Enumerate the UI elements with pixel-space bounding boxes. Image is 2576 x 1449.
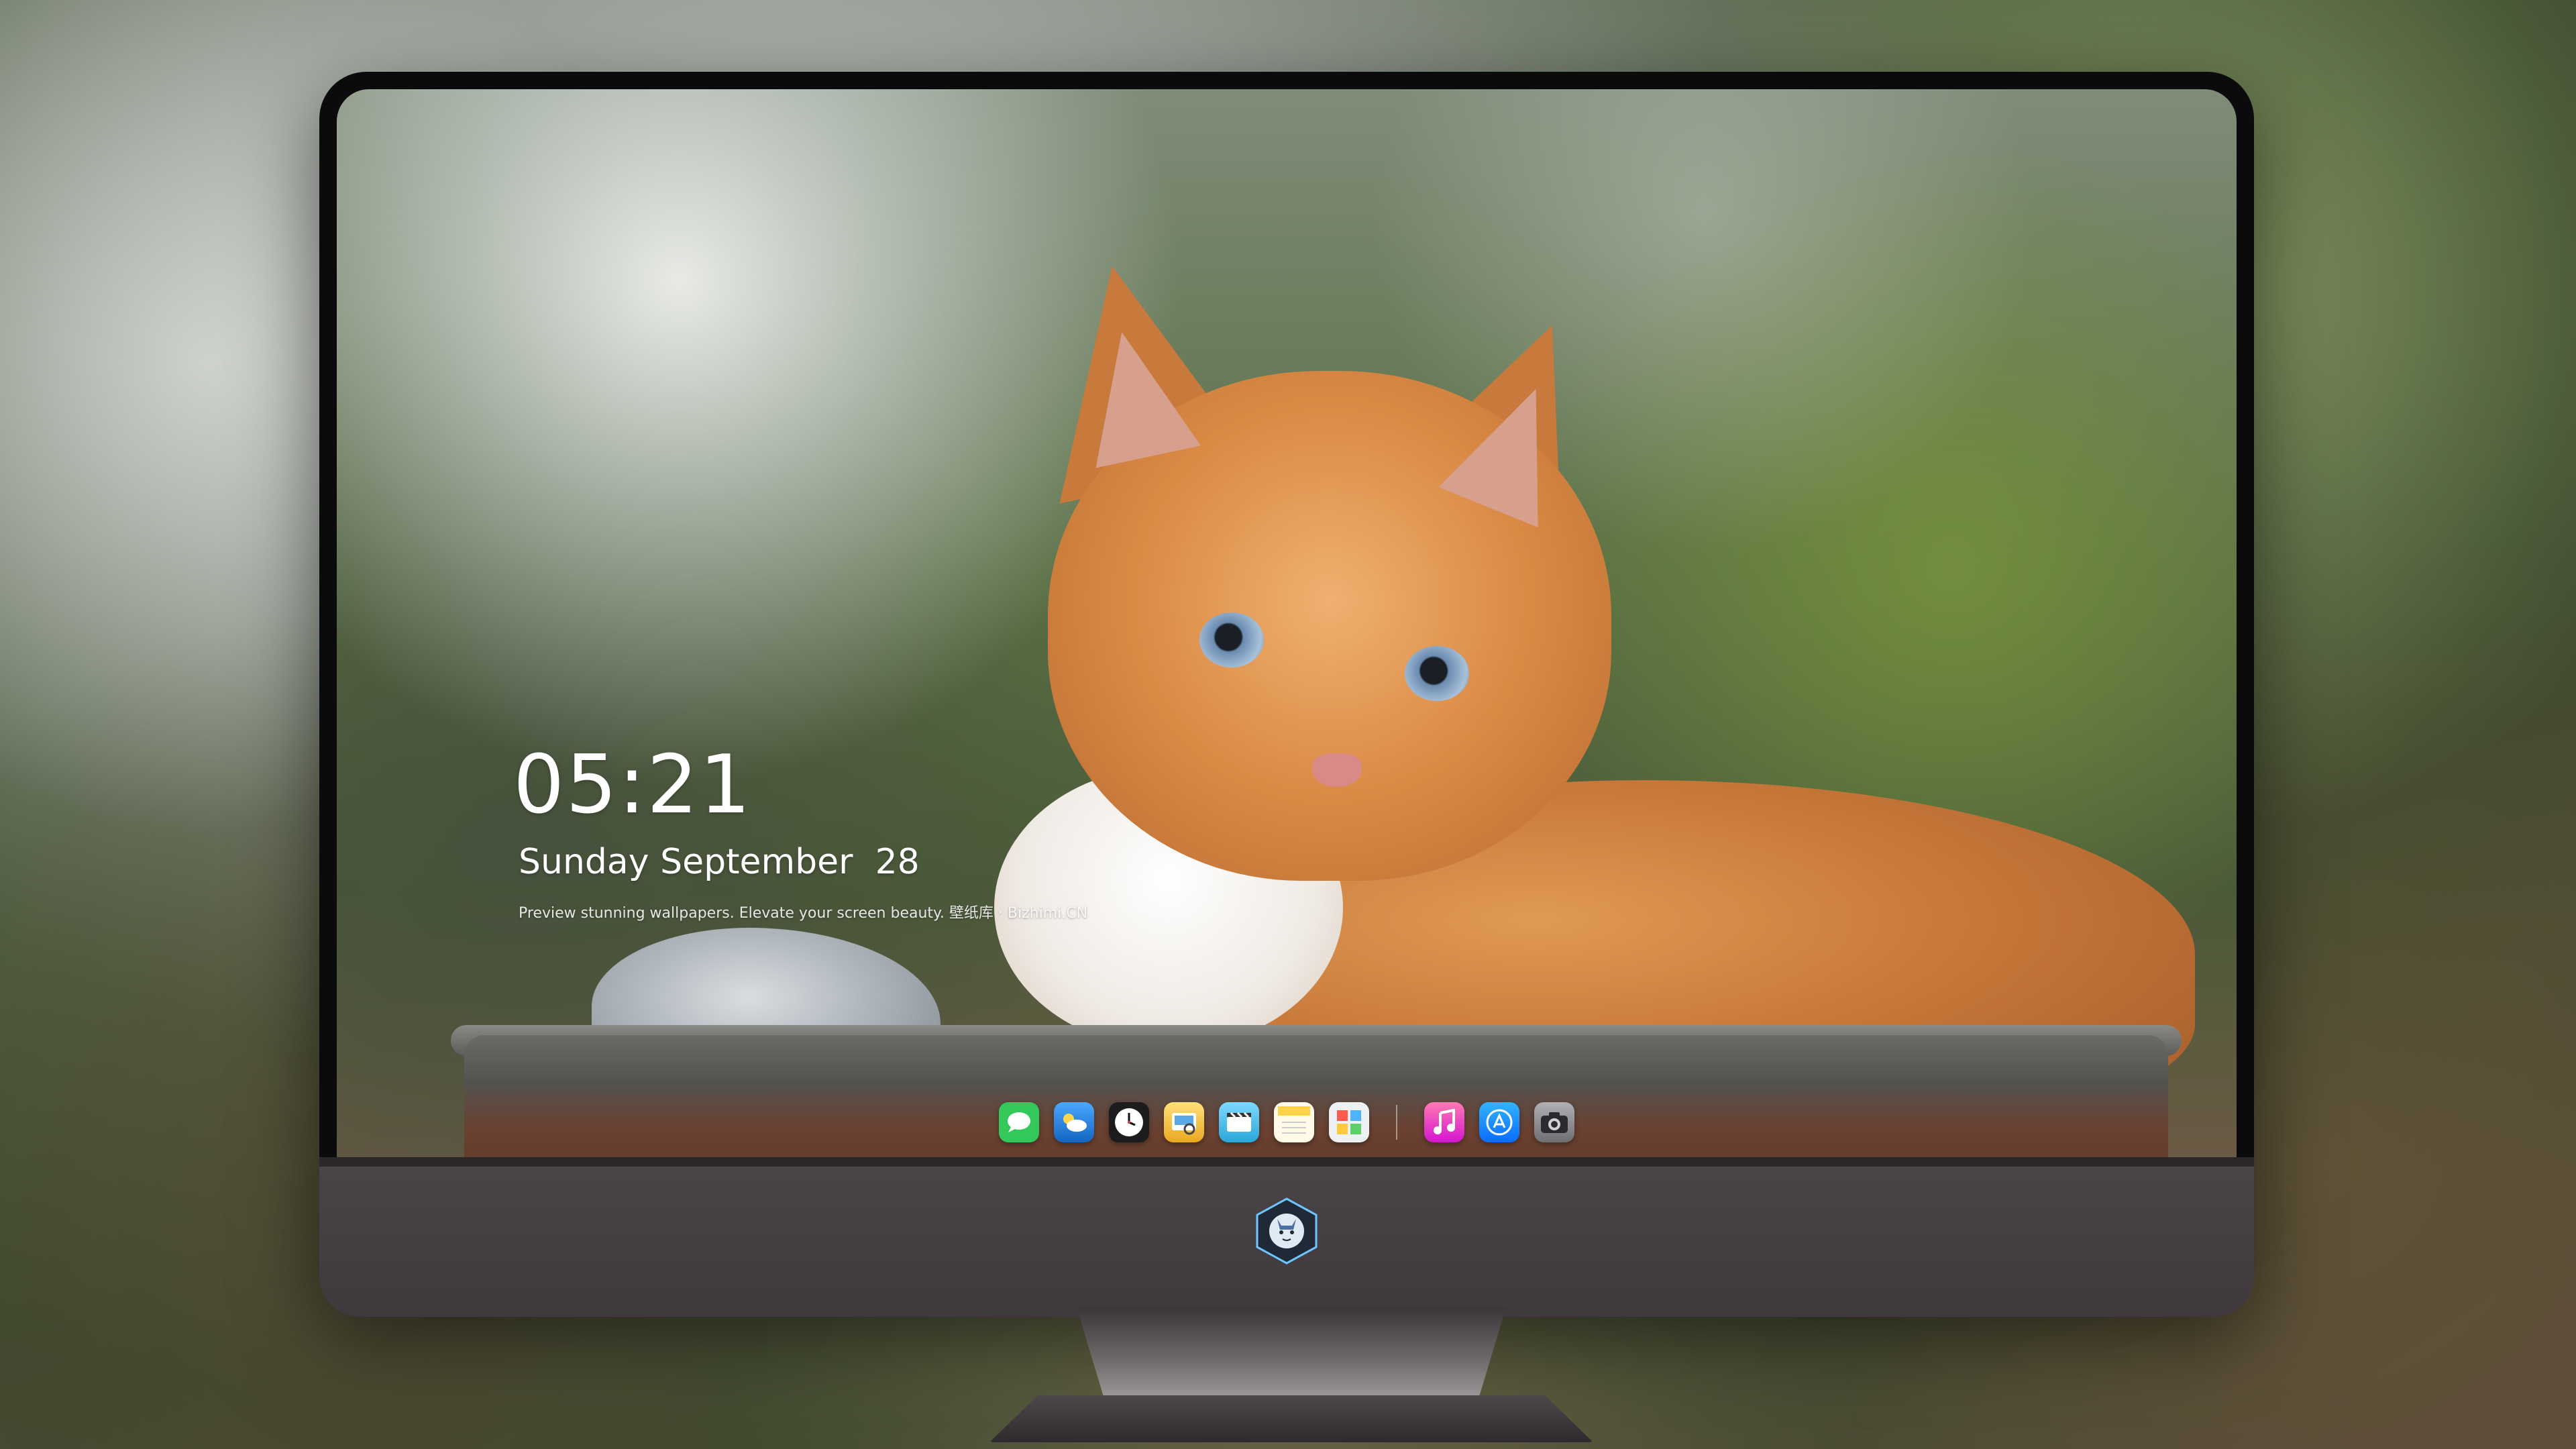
- dock-separator: [1396, 1105, 1397, 1140]
- clock-icon[interactable]: [1109, 1102, 1149, 1142]
- monitor-chin: [319, 1157, 2254, 1317]
- music-icon[interactable]: [1424, 1102, 1464, 1142]
- monitor-stand-base: [989, 1395, 1593, 1442]
- kitten-eye-right: [1405, 646, 1469, 701]
- dock: [337, 1095, 2237, 1149]
- messages-icon[interactable]: [999, 1102, 1039, 1142]
- brand-logo: [1256, 1197, 1318, 1265]
- notes-icon[interactable]: [1274, 1102, 1314, 1142]
- monitor: 05:21 Sunday September 28 Preview stunni…: [319, 72, 2254, 1317]
- preview-icon[interactable]: [1164, 1102, 1204, 1142]
- dock-inner: [983, 1097, 1591, 1148]
- lock-time: 05:21: [513, 739, 752, 832]
- desktop-wallpaper: 05:21 Sunday September 28 Preview stunni…: [337, 89, 2237, 1157]
- camera-icon[interactable]: [1534, 1102, 1574, 1142]
- app-store-icon[interactable]: [1479, 1102, 1519, 1142]
- kitten-eye-left: [1199, 612, 1264, 667]
- clips-icon[interactable]: [1219, 1102, 1259, 1142]
- kitten-nose: [1312, 753, 1362, 787]
- lock-date: Sunday September 28: [519, 842, 920, 882]
- wallpaper-tagline: Preview stunning wallpapers. Elevate you…: [519, 905, 1088, 922]
- weather-icon[interactable]: [1054, 1102, 1094, 1142]
- photo-collage-icon[interactable]: [1329, 1102, 1369, 1142]
